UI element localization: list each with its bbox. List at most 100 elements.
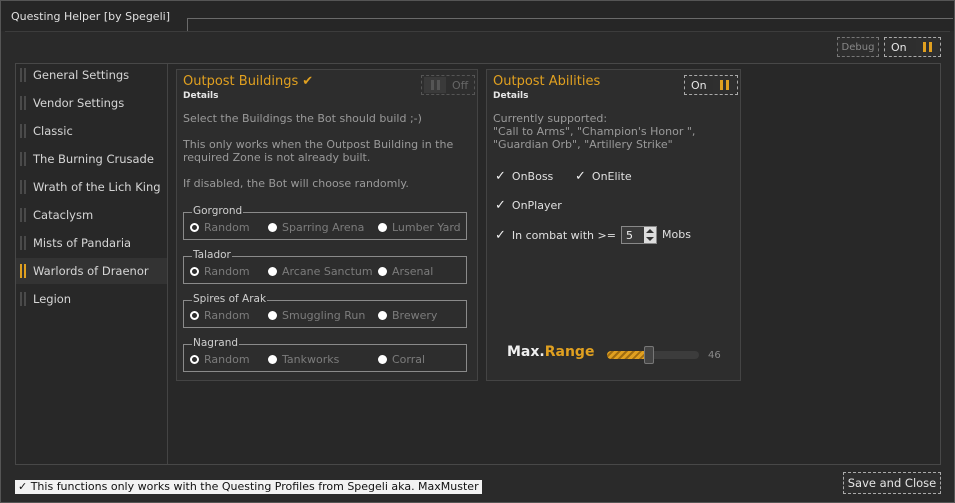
building-option-radio[interactable]: Random [190,353,250,366]
title-divider [187,18,953,31]
building-option-radio[interactable]: Brewery [378,309,437,322]
sidebar-indicator-icon [20,124,26,138]
buildings-help-2a: This only works when the Outpost Buildin… [183,138,454,151]
max-label: Max. [507,344,545,360]
building-option-radio[interactable]: Random [190,221,250,234]
building-option-label: Sparring Arena [282,221,365,234]
building-option-label: Arcane Sanctum [282,265,373,278]
sidebar-item[interactable]: Mists of Pandaria [16,230,167,256]
buildings-help-2b: required Zone is not already built. [183,151,371,164]
building-group-title: Nagrand [192,337,240,349]
outpost-abilities-toggle-label: On [691,79,707,92]
in-combat-label: In combat with >= [511,229,616,242]
building-option-label: Tankworks [282,353,340,366]
onelite-checkbox[interactable]: ✓ OnElite [575,169,632,184]
building-option-radio[interactable]: Sparring Arena [268,221,364,234]
radio-button-icon[interactable] [378,267,387,276]
sidebar-indicator-icon [20,96,26,110]
building-option-radio[interactable]: Arcane Sanctum [268,265,373,278]
building-group: Gorgrond Random Sparring Arena Lumber Yard [183,205,467,240]
sidebar-item-label: Classic [33,124,73,138]
sidebar: General Settings Vendor Settings Classic Th… [16,64,168,464]
sidebar-item[interactable]: Wrath of the Lich King [16,174,167,200]
debug-button[interactable]: Debug [837,37,879,57]
in-combat-checkbox[interactable]: ✓ In combat with >= [495,228,616,243]
building-option-label: Random [204,265,250,278]
sidebar-indicator-icon [20,292,26,306]
sidebar-indicator-icon [20,264,26,278]
building-option-radio[interactable]: Lumber Yard [378,221,461,234]
sidebar-item-label: Warlords of Draenor [33,264,149,278]
radio-button-icon[interactable] [190,223,199,232]
radio-button-icon[interactable] [378,355,387,364]
radio-button-icon[interactable] [190,311,199,320]
sidebar-item-label: Mists of Pandaria [33,236,132,250]
arrow-down-icon[interactable] [646,237,654,241]
outpost-buildings-title-text: Outpost Buildings [183,74,299,89]
arrow-up-icon[interactable] [646,229,654,233]
mobs-count-stepper[interactable]: 5 [621,226,657,244]
building-option-radio[interactable]: Random [190,265,250,278]
building-group: Spires of Arak Random Smuggling Run Brewery [183,293,467,328]
title-underline [5,31,950,32]
building-option-radio[interactable]: Random [190,309,250,322]
mobs-count-value: 5 [626,229,633,242]
building-group: Talador Random Arcane Sanctum Arsenal [183,249,467,284]
buildings-help-3: If disabled, the Bot will choose randoml… [183,177,409,190]
sidebar-item[interactable]: General Settings [16,62,167,88]
supported-line-2: "Guardian Orb", "Artillery Strike" [493,138,673,151]
building-group-title: Spires of Arak [192,293,268,305]
sidebar-item-label: General Settings [33,68,130,82]
sidebar-item[interactable]: Warlords of Draenor [16,258,167,284]
title-bar[interactable]: Questing Helper [by Spegeli] [1,1,954,31]
radio-button-icon[interactable] [268,311,277,320]
outpost-buildings-details: Details [183,91,219,101]
sidebar-item[interactable]: Cataclysm [16,202,167,228]
stepper-arrows[interactable] [644,227,656,243]
max-range-label: Max.Range [507,344,594,360]
onplayer-label: OnPlayer [511,199,562,212]
master-toggle[interactable]: On [884,37,941,57]
building-option-label: Random [204,353,250,366]
sidebar-item-label: Wrath of the Lich King [33,180,161,194]
onboss-label: OnBoss [511,170,554,183]
onplayer-checkbox[interactable]: ✓ OnPlayer [495,198,562,213]
window-title: Questing Helper [by Spegeli] [11,10,170,23]
onboss-checkbox[interactable]: ✓ OnBoss [495,169,553,184]
sidebar-item[interactable]: The Burning Crusade [16,146,167,172]
building-option-radio[interactable]: Corral [378,353,425,366]
building-option-radio[interactable]: Arsenal [378,265,433,278]
checkmark-icon: ✓ [495,198,506,213]
radio-button-icon[interactable] [190,267,199,276]
range-value: 46 [708,350,721,361]
building-option-radio[interactable]: Tankworks [268,353,339,366]
pause-icon [713,77,735,93]
range-slider-thumb[interactable] [644,346,655,364]
radio-button-icon[interactable] [268,223,277,232]
checkmark-icon: ✔ [302,74,314,89]
building-option-label: Brewery [392,309,438,322]
sidebar-item[interactable]: Legion [16,286,167,312]
radio-button-icon[interactable] [378,223,387,232]
outpost-abilities-toggle[interactable]: On [684,75,738,95]
range-slider[interactable] [607,346,699,364]
save-and-close-button[interactable]: Save and Close [843,472,941,494]
sidebar-item-label: Cataclysm [33,208,94,222]
sidebar-item-label: The Burning Crusade [33,152,154,166]
building-option-label: Smuggling Run [282,309,366,322]
sidebar-indicator-icon [20,208,26,222]
radio-button-icon[interactable] [268,267,277,276]
radio-button-icon[interactable] [268,355,277,364]
radio-button-icon[interactable] [190,355,199,364]
range-slider-fill [607,351,650,359]
radio-button-icon[interactable] [378,311,387,320]
outpost-buildings-toggle[interactable]: Off [421,75,475,95]
sidebar-item[interactable]: Classic [16,118,167,144]
building-option-label: Corral [392,353,426,366]
outpost-abilities-panel: Outpost Abilities Details On Currently s… [486,69,741,381]
buildings-help-1: Select the Buildings the Bot should buil… [183,112,422,125]
sidebar-indicator-icon [20,180,26,194]
building-option-radio[interactable]: Smuggling Run [268,309,365,322]
sidebar-item[interactable]: Vendor Settings [16,90,167,116]
mobs-label: Mobs [662,228,691,241]
